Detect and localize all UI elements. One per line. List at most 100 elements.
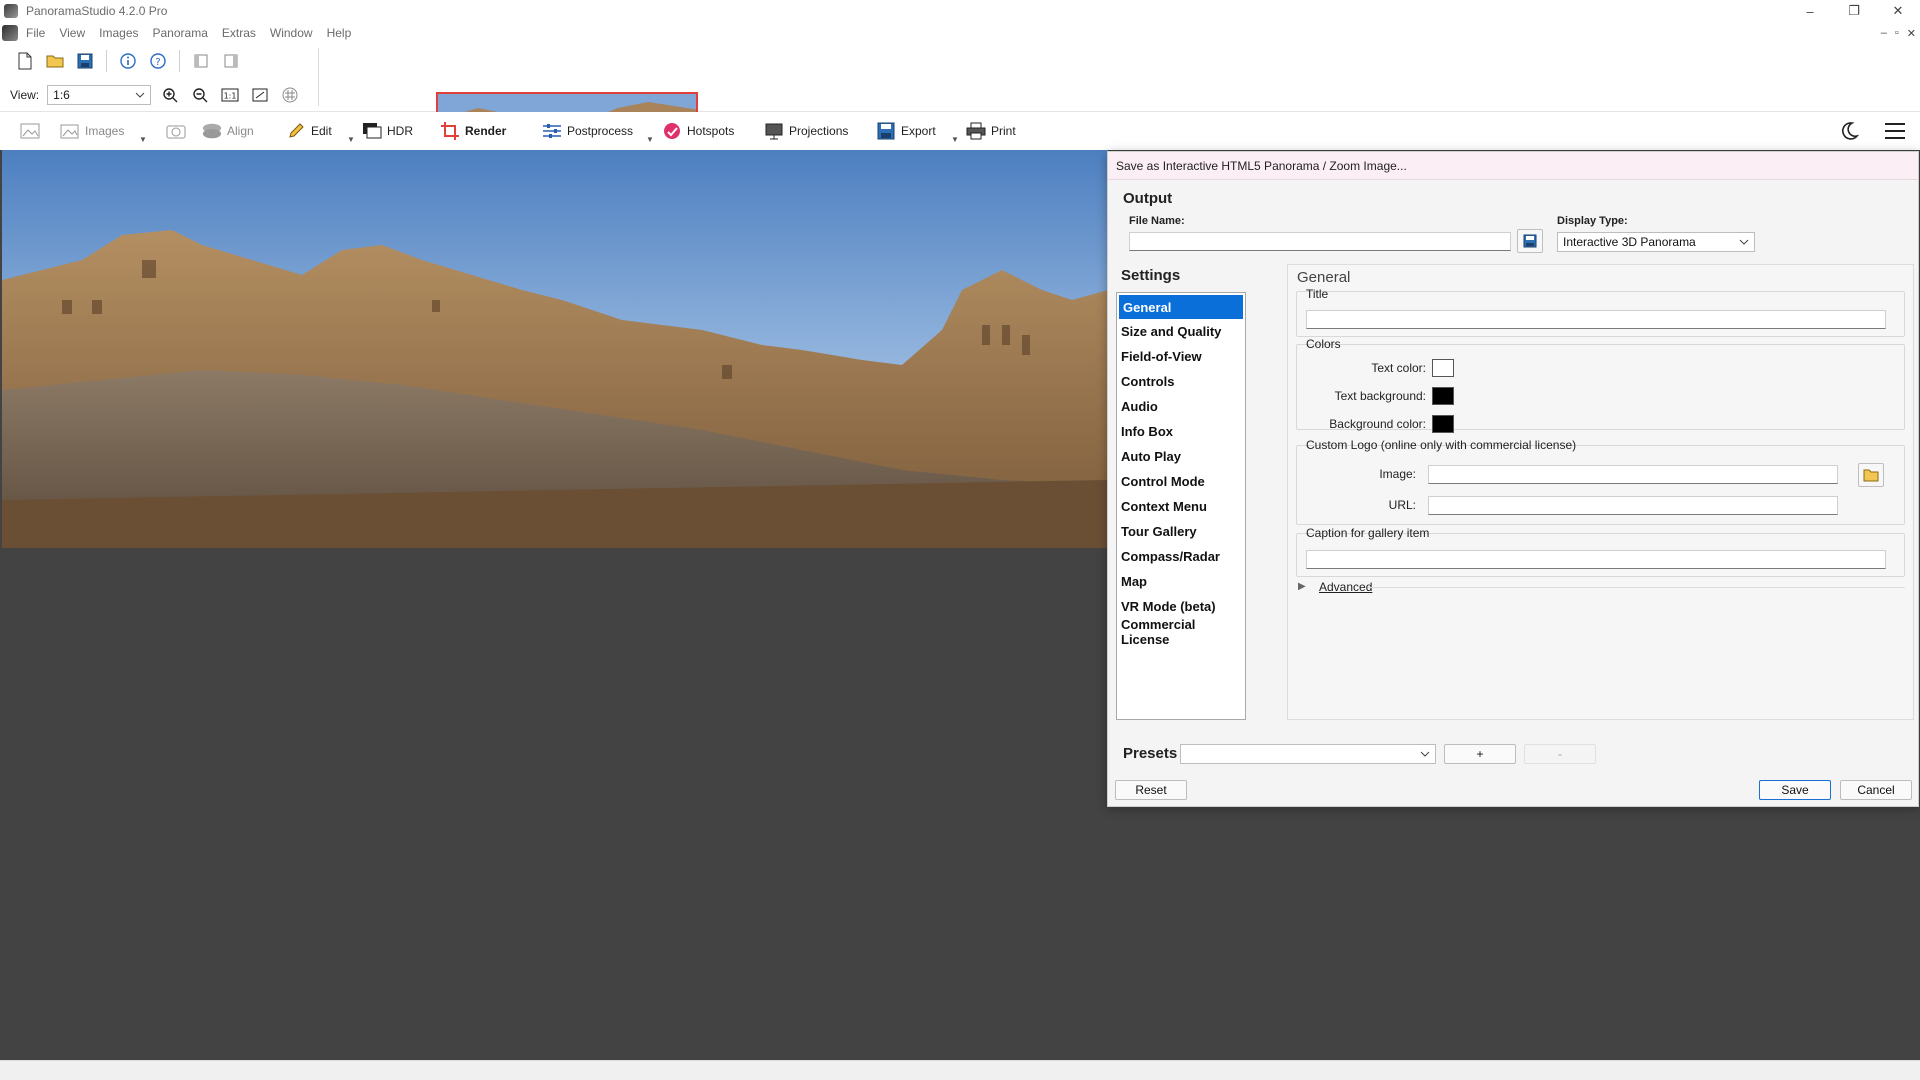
postprocess-button[interactable]: Postprocess <box>542 112 633 150</box>
add-preset-button[interactable]: + <box>1444 744 1516 764</box>
nav-audio[interactable]: Audio <box>1117 394 1245 419</box>
hdr-icon <box>362 121 382 141</box>
browse-save-button[interactable] <box>1517 229 1543 253</box>
camera-button[interactable] <box>166 112 186 150</box>
logo-url-label: URL: <box>1388 498 1416 512</box>
mdi-minimize-button[interactable]: – <box>1881 27 1887 39</box>
projection-screen-icon <box>764 121 784 141</box>
hamburger-menu-icon[interactable] <box>1884 121 1906 141</box>
window-title: PanoramaStudio 4.2.0 Pro <box>26 4 168 18</box>
nav-control-mode[interactable]: Control Mode <box>1117 469 1245 494</box>
menu-window[interactable]: Window <box>270 26 313 40</box>
title-group-label: Title <box>1306 287 1329 301</box>
render-button[interactable]: Render <box>440 112 506 150</box>
nav-map[interactable]: Map <box>1117 569 1245 594</box>
menu-extras[interactable]: Extras <box>222 26 256 40</box>
nav-commercial-license[interactable]: Commercial License <box>1117 617 1245 647</box>
projections-button[interactable]: Projections <box>764 112 848 150</box>
help-icon[interactable]: ? <box>147 50 169 72</box>
nav-info-box[interactable]: Info Box <box>1117 419 1245 444</box>
info-icon[interactable] <box>117 50 139 72</box>
view-zoom-select[interactable]: 1:6 <box>47 85 152 105</box>
edit-dropdown-arrow[interactable]: ▼ <box>347 135 355 144</box>
mdi-close-button[interactable]: ✕ <box>1907 27 1916 40</box>
nav-vr-mode[interactable]: VR Mode (beta) <box>1117 594 1245 619</box>
chevron-down-icon <box>135 92 145 98</box>
dark-mode-moon-icon[interactable] <box>1838 120 1860 142</box>
panel-right-icon[interactable] <box>220 50 242 72</box>
document-icon[interactable] <box>2 25 18 41</box>
main-toolbar: Images ▼ Align Edit ▼ HDR Render Postpro… <box>0 112 1920 150</box>
display-type-select[interactable]: Interactive 3D Panorama <box>1557 232 1755 252</box>
nav-context-menu[interactable]: Context Menu <box>1117 494 1245 519</box>
nav-tour-gallery[interactable]: Tour Gallery <box>1117 519 1245 544</box>
hdr-label: HDR <box>387 124 413 138</box>
new-file-icon[interactable] <box>14 50 36 72</box>
zoom-fit-icon[interactable] <box>249 84 271 106</box>
zoom-actual-icon[interactable]: 1:1 <box>219 84 241 106</box>
images-button[interactable]: Images <box>60 112 124 150</box>
export-dropdown-arrow[interactable]: ▼ <box>951 135 959 144</box>
nav-size-quality[interactable]: Size and Quality <box>1117 319 1245 344</box>
cancel-button[interactable]: Cancel <box>1840 780 1912 800</box>
print-button[interactable]: Print <box>966 112 1016 150</box>
chevron-down-icon <box>1420 751 1430 757</box>
close-button[interactable]: ✕ <box>1876 0 1920 22</box>
advanced-toggle[interactable]: Advanced <box>1319 580 1372 594</box>
panel-left-icon[interactable] <box>190 50 212 72</box>
nav-controls[interactable]: Controls <box>1117 369 1245 394</box>
images-dropdown-arrow[interactable]: ▼ <box>139 135 147 144</box>
presets-select[interactable] <box>1180 744 1436 764</box>
menu-images[interactable]: Images <box>99 26 138 40</box>
align-label: Align <box>227 124 254 138</box>
caption-input[interactable] <box>1306 550 1886 569</box>
panorama-preview[interactable] <box>2 150 1108 548</box>
app-icon <box>4 4 18 18</box>
hdr-button[interactable]: HDR <box>362 112 413 150</box>
add-images-button[interactable] <box>20 112 40 150</box>
reset-button[interactable]: Reset <box>1115 780 1187 800</box>
logo-url-input[interactable] <box>1428 496 1838 515</box>
background-color-swatch[interactable] <box>1432 415 1454 433</box>
mdi-restore-button[interactable]: ▫ <box>1895 27 1899 39</box>
camera-icon <box>166 121 186 141</box>
logo-image-input[interactable] <box>1428 465 1838 484</box>
title-input[interactable] <box>1306 310 1886 329</box>
nav-general[interactable]: General <box>1119 295 1243 319</box>
align-button[interactable]: Align <box>202 112 254 150</box>
grid-icon[interactable] <box>279 84 301 106</box>
view-label: View: <box>10 88 40 102</box>
settings-section-title: Settings <box>1121 267 1181 284</box>
zoom-in-icon[interactable] <box>159 84 181 106</box>
nav-auto-play[interactable]: Auto Play <box>1117 444 1245 469</box>
zoom-out-icon[interactable] <box>189 84 211 106</box>
menu-view[interactable]: View <box>59 26 85 40</box>
general-heading: General <box>1297 269 1351 286</box>
maximize-button[interactable]: ❐ <box>1832 0 1876 22</box>
menu-help[interactable]: Help <box>327 26 352 40</box>
display-type-value: Interactive 3D Panorama <box>1563 235 1696 249</box>
hotspots-button[interactable]: Hotspots <box>662 112 734 150</box>
menu-file[interactable]: File <box>26 26 45 40</box>
file-name-input[interactable] <box>1129 232 1511 251</box>
nav-field-of-view[interactable]: Field-of-View <box>1117 344 1245 369</box>
render-label: Render <box>465 124 507 138</box>
edit-button[interactable]: Edit <box>286 112 332 150</box>
save-button[interactable]: Save <box>1759 780 1831 800</box>
text-color-swatch[interactable] <box>1432 359 1454 377</box>
export-button[interactable]: Export <box>876 112 936 150</box>
minimize-button[interactable]: – <box>1788 0 1832 22</box>
text-background-swatch[interactable] <box>1432 387 1454 405</box>
browse-logo-button[interactable] <box>1858 463 1884 487</box>
sliders-icon <box>542 121 562 141</box>
save-disk-icon[interactable] <box>74 50 96 72</box>
remove-preset-button[interactable]: - <box>1524 744 1596 764</box>
custom-logo-label: Custom Logo (online only with commercial… <box>1306 438 1577 452</box>
postprocess-dropdown-arrow[interactable]: ▼ <box>646 135 654 144</box>
expand-triangle-icon[interactable]: ▶ <box>1298 581 1306 592</box>
open-folder-icon[interactable] <box>44 50 66 72</box>
menu-panorama[interactable]: Panorama <box>153 26 208 40</box>
caption-group-label: Caption for gallery item <box>1306 526 1430 540</box>
image-add-icon <box>20 121 40 141</box>
nav-compass-radar[interactable]: Compass/Radar <box>1117 544 1245 569</box>
